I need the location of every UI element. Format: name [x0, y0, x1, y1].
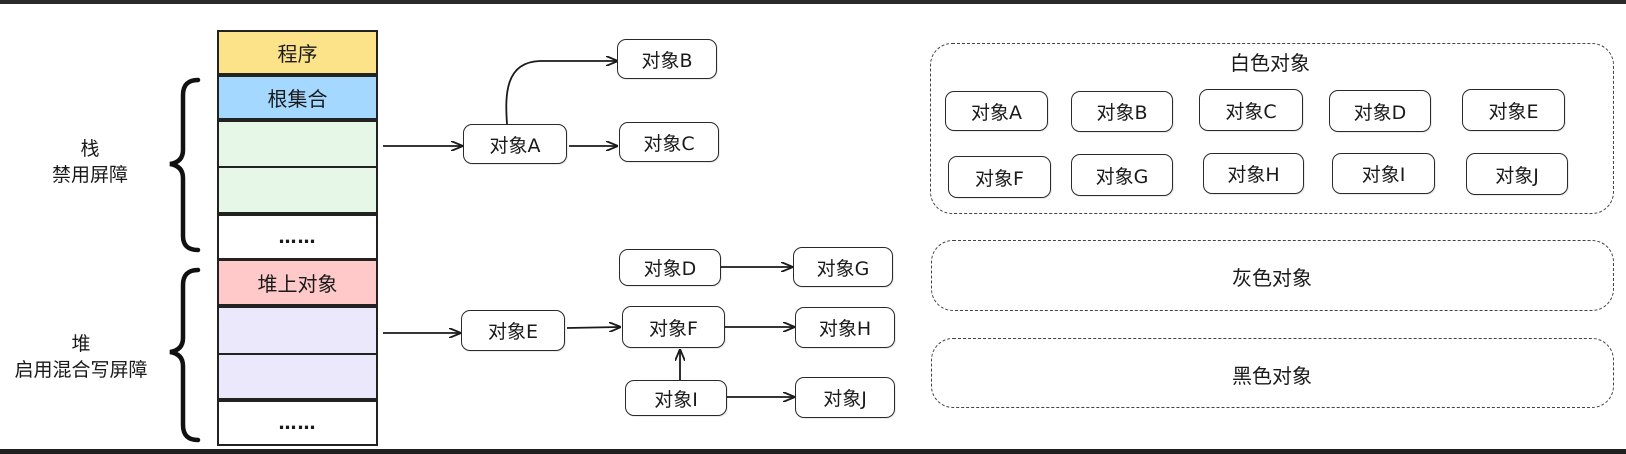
node-A-label: 对象A — [489, 134, 541, 157]
node-H: 对象H — [795, 307, 895, 348]
program-label: 程序 — [277, 42, 318, 66]
white-item-H-label: 对象H — [1227, 164, 1280, 186]
heap-object-box: 堆上对象 — [217, 259, 378, 306]
program-box: 程序 — [217, 30, 378, 75]
heap-more-label: …… — [278, 412, 317, 434]
white-item-A: 对象A — [945, 91, 1048, 131]
white-item-J-label: 对象J — [1495, 164, 1539, 187]
node-B-label: 对象B — [641, 49, 693, 72]
stack-frame-1 — [217, 120, 378, 167]
stack-more-box: …… — [217, 214, 378, 260]
node-F-label: 对象F — [649, 317, 698, 340]
node-B: 对象B — [617, 39, 717, 79]
stack-frame-2 — [217, 167, 378, 214]
node-D-label: 对象D — [643, 258, 697, 280]
node-I: 对象I — [625, 380, 727, 416]
heap-object-label: 堆上对象 — [257, 272, 338, 296]
node-E: 对象E — [461, 310, 565, 351]
node-E-label: 对象E — [487, 321, 538, 343]
node-F: 对象F — [622, 306, 725, 348]
root-set-box: 根集合 — [217, 75, 378, 120]
node-J: 对象J — [795, 377, 895, 418]
white-item-F-label: 对象F — [975, 167, 1024, 190]
white-item-G-label: 对象G — [1095, 165, 1149, 188]
stack-more-label: …… — [278, 226, 317, 248]
white-item-E: 对象E — [1462, 89, 1565, 131]
heap-frame-2 — [217, 354, 378, 400]
stack-brace — [169, 77, 201, 253]
bottom-border — [0, 449, 1626, 454]
node-A: 对象A — [463, 124, 567, 164]
heap-frame-1 — [217, 306, 378, 354]
node-C: 对象C — [619, 122, 719, 162]
white-item-C-label: 对象C — [1225, 100, 1277, 123]
node-C-label: 对象C — [643, 132, 695, 155]
root-set-label: 根集合 — [267, 87, 328, 111]
white-item-C: 对象C — [1199, 89, 1303, 131]
white-item-J: 对象J — [1466, 153, 1568, 195]
stack-subtitle: 禁用屏障 — [51, 164, 128, 186]
heap-more-box: …… — [217, 400, 378, 446]
heap-brace — [169, 267, 201, 443]
gray-panel-title: 灰色对象 — [1232, 266, 1312, 290]
white-item-A-label: 对象A — [971, 101, 1022, 124]
stack-side-label: 栈 禁用屏障 — [30, 136, 150, 188]
node-I-label: 对象I — [654, 388, 698, 411]
heap-side-label: 堆 启用混合写屏障 — [0, 331, 162, 383]
white-panel-title: 白色对象 — [1230, 51, 1310, 75]
heap-subtitle: 启用混合写屏障 — [14, 359, 148, 381]
arrow-E-to-F — [566, 327, 620, 328]
white-item-I: 对象I — [1332, 153, 1435, 194]
white-item-B: 对象B — [1071, 91, 1173, 132]
black-panel-title: 黑色对象 — [1232, 364, 1312, 388]
heap-title: 堆 — [71, 333, 91, 355]
white-item-D-label: 对象D — [1353, 101, 1407, 124]
node-H-label: 对象H — [818, 318, 872, 340]
node-D: 对象D — [619, 249, 721, 286]
stack-title: 栈 — [80, 138, 100, 160]
node-J-label: 对象J — [823, 388, 867, 410]
white-item-B-label: 对象B — [1096, 102, 1148, 124]
arrow-A-to-B — [505, 61, 617, 125]
white-item-F: 对象F — [948, 156, 1051, 198]
node-G-label: 对象G — [816, 257, 870, 280]
node-G: 对象G — [793, 247, 893, 287]
white-item-I-label: 对象I — [1361, 164, 1406, 186]
white-item-H: 对象H — [1203, 153, 1304, 194]
white-item-G: 对象G — [1071, 154, 1173, 196]
white-item-E-label: 对象E — [1488, 100, 1539, 123]
white-item-D: 对象D — [1329, 90, 1431, 132]
